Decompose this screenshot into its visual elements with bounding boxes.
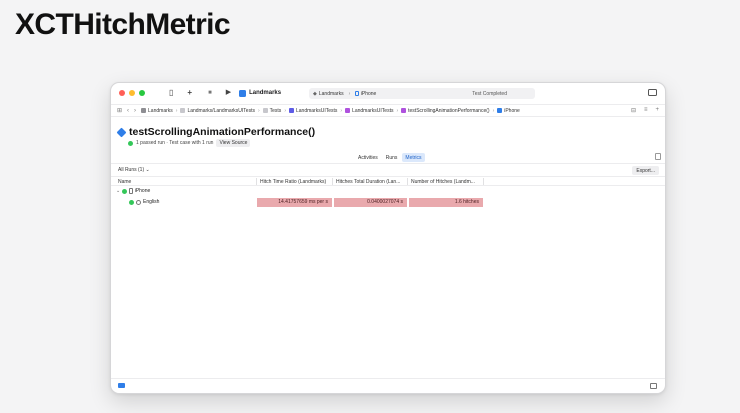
device-label: iPhone — [134, 188, 151, 194]
test-header: testScrollingAnimationPerformance() — [116, 126, 316, 138]
grid-icon[interactable]: ⊞ — [117, 107, 122, 114]
method-icon — [401, 108, 407, 113]
passed-check-icon — [129, 199, 134, 205]
breadcrumb-item-project[interactable]: Landmarks — [141, 108, 173, 114]
add-icon[interactable]: + — [187, 89, 192, 97]
chevron-down-icon[interactable]: ⌄ — [116, 188, 120, 194]
test-summary: 1 passed run · Test case with 1 run — [136, 140, 214, 146]
window-controls — [119, 90, 145, 96]
scheme-target-icon: ◆ — [313, 90, 317, 97]
row-locale-name: English — [129, 199, 159, 205]
metric-hitch-count[interactable]: 1.6 hitches — [409, 198, 483, 207]
column-header-hitch-duration[interactable]: Hitches Total Duration (Lan... — [336, 179, 400, 185]
toolbar: ▯ + ■ ▶ Landmarks ◆ Landmarks › iPhone T… — [111, 83, 665, 103]
page-headline: XCTHitchMetric — [15, 8, 231, 41]
bundle-icon — [288, 108, 294, 113]
breadcrumb-item-tests[interactable]: Tests — [262, 108, 281, 114]
column-header-name[interactable]: Name — [118, 179, 131, 185]
report-tabs: Activities Runs Metrics — [355, 153, 425, 162]
lock-icon[interactable]: ⊟ — [631, 107, 636, 114]
zoom-window-button[interactable] — [139, 90, 145, 96]
tab-runs[interactable]: Runs — [383, 153, 401, 162]
locale-label: English — [143, 199, 160, 205]
report-options-icon[interactable] — [655, 153, 661, 160]
minimize-window-button[interactable] — [129, 90, 135, 96]
breadcrumb: ⊞ ‹ › Landmarks › Landmarks/LandmarksUIT… — [111, 104, 665, 117]
scheme-device: iPhone — [360, 90, 377, 97]
build-status: Test Completed — [472, 90, 507, 97]
breadcrumb-item-method[interactable]: testScrollingAnimationPerformance() — [401, 108, 490, 114]
run-icon[interactable]: ▶ — [226, 89, 231, 97]
scheme-separator: › — [348, 90, 351, 97]
forward-icon[interactable]: › — [134, 108, 136, 114]
device-icon — [355, 90, 359, 97]
iphone-icon — [129, 188, 133, 194]
table-row[interactable]: ⌄ iPhone — [111, 186, 665, 196]
device-diamond-icon — [497, 108, 503, 113]
folder-icon — [180, 108, 186, 113]
stop-icon[interactable]: ■ — [208, 89, 212, 97]
test-title: testScrollingAnimationPerformance() — [129, 126, 316, 138]
export-button[interactable]: Export... — [632, 166, 659, 175]
editor-options-icon[interactable]: ≡ — [644, 107, 648, 114]
breadcrumb-item-bundle[interactable]: LandmarksUITests — [288, 108, 337, 114]
breadcrumb-item-device[interactable]: iPhone — [497, 108, 520, 114]
scheme-target: Landmarks — [318, 90, 344, 97]
metrics-table-header: Name Hitch Time Ratio (Landmarks) Hitche… — [111, 176, 665, 186]
inspector-toggle-icon[interactable] — [648, 89, 657, 96]
navigator-icon[interactable]: ▯ — [169, 89, 173, 97]
test-summary-row: 1 passed run · Test case with 1 run View… — [128, 139, 251, 147]
breadcrumb-item-class[interactable]: LandmarksUITests — [345, 108, 393, 114]
row-device-name: ⌄ iPhone — [116, 188, 150, 194]
app-name: Landmarks — [249, 90, 282, 96]
project-icon — [141, 108, 147, 113]
passed-check-icon — [122, 188, 128, 194]
debug-area-toggle-icon[interactable] — [650, 383, 657, 389]
table-row[interactable]: English 14.41757659 ms per s 0.040002707… — [111, 197, 665, 207]
back-icon[interactable]: ‹ — [127, 108, 129, 114]
filter-icon[interactable] — [118, 383, 125, 388]
app-icon — [239, 89, 247, 97]
column-header-hitch-count[interactable]: Number of Hitches (Landm... — [411, 179, 475, 185]
app-title: Landmarks — [239, 89, 282, 97]
metric-hitch-duration[interactable]: 0.0400027074 s — [334, 198, 407, 207]
add-editor-icon[interactable]: + — [655, 107, 659, 114]
view-source-button[interactable]: View Source — [216, 139, 251, 147]
breadcrumb-item-folder[interactable]: Landmarks/LandmarksUITests — [180, 108, 255, 114]
runs-filter[interactable]: All Runs (1) ⌄ — [118, 167, 150, 173]
globe-icon — [136, 199, 141, 205]
xcode-window: ▯ + ■ ▶ Landmarks ◆ Landmarks › iPhone T… — [110, 82, 666, 394]
test-diamond-icon — [116, 127, 127, 137]
tab-metrics[interactable]: Metrics — [402, 153, 425, 162]
tests-icon — [262, 108, 268, 113]
pathbar-actions: ⊟ ≡ + — [631, 107, 659, 114]
class-icon — [345, 108, 351, 113]
close-window-button[interactable] — [119, 90, 125, 96]
column-header-hitch-ratio[interactable]: Hitch Time Ratio (Landmarks) — [260, 179, 326, 185]
tab-activities[interactable]: Activities — [355, 153, 381, 162]
passed-check-icon — [128, 140, 133, 146]
scheme-selector[interactable]: ◆ Landmarks › iPhone Test Completed — [309, 88, 535, 99]
metric-hitch-ratio[interactable]: 14.41757659 ms per s — [257, 198, 332, 207]
bottom-bar — [111, 378, 665, 393]
divider — [111, 163, 665, 164]
